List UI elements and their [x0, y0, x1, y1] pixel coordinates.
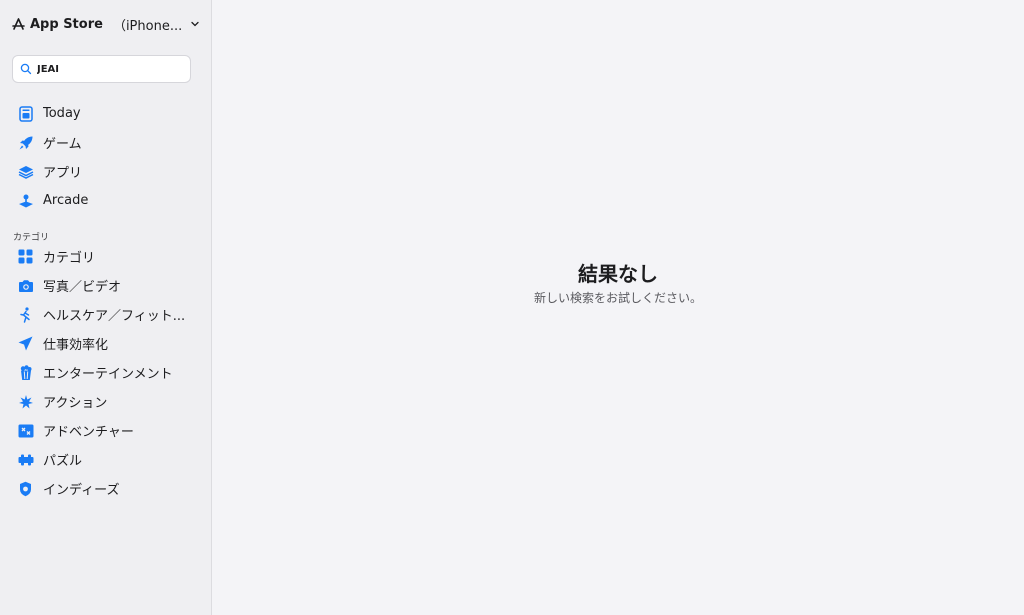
- camera-icon: [17, 277, 34, 294]
- sidebar-item-label: エンターテインメント: [43, 367, 173, 382]
- category-list: カテゴリ 写真／ビデオ ヘルスケア／フィット... 仕事効率化 エンターテインメ…: [0, 242, 212, 503]
- sidebar-item-label: インディーズ: [43, 483, 120, 498]
- sidebar-item-productivity[interactable]: 仕事効率化: [0, 329, 212, 358]
- sidebar-item-entertainment[interactable]: エンターテインメント: [0, 358, 212, 387]
- joystick-icon: [17, 192, 34, 209]
- sidebar-item-categories[interactable]: カテゴリ: [0, 242, 212, 271]
- app-title: App Store: [30, 16, 103, 32]
- app-store-icon: [11, 17, 26, 32]
- store-selector[interactable]: App Store （iPhone...: [11, 14, 200, 34]
- map-icon: [17, 422, 34, 439]
- running-icon: [17, 306, 34, 323]
- paper-plane-icon: [17, 335, 34, 352]
- grid-icon: [17, 248, 34, 265]
- no-results-title: 結果なし: [578, 262, 658, 286]
- chevron-down-icon: [190, 19, 200, 29]
- sidebar-item-puzzle[interactable]: パズル: [0, 445, 212, 474]
- sidebar-item-label: ヘルスケア／フィット...: [43, 309, 186, 324]
- sidebar-item-label: 写真／ビデオ: [43, 280, 122, 295]
- sidebar-item-label: アクション: [43, 396, 108, 411]
- sidebar-item-label: Arcade: [43, 193, 89, 208]
- sidebar-item-arcade[interactable]: Arcade: [0, 186, 212, 215]
- sidebar: App Store （iPhone... JEAI Today ゲーム アプリ …: [0, 0, 212, 615]
- layers-icon: [17, 163, 34, 180]
- sidebar-item-label: アドベンチャー: [43, 425, 134, 440]
- sidebar-item-label: Today: [43, 106, 81, 121]
- sidebar-item-action[interactable]: アクション: [0, 387, 212, 416]
- sidebar-item-label: 仕事効率化: [43, 338, 109, 353]
- splash-icon: [17, 393, 34, 410]
- sidebar-item-photo-video[interactable]: 写真／ビデオ: [0, 271, 212, 300]
- no-results-subtitle: 新しい検索をお試しください。: [533, 291, 702, 305]
- nav-list: Today ゲーム アプリ Arcade: [0, 99, 212, 215]
- puzzle-icon: [17, 451, 34, 468]
- app-window: App Store （iPhone... JEAI Today ゲーム アプリ …: [0, 0, 1024, 615]
- sidebar-item-adventure[interactable]: アドベンチャー: [0, 416, 212, 445]
- shield-icon: [17, 480, 34, 497]
- sidebar-item-label: アプリ: [43, 166, 83, 181]
- search-box[interactable]: [12, 55, 191, 83]
- sidebar-item-games[interactable]: ゲーム: [0, 128, 212, 157]
- sidebar-item-label: カテゴリ: [43, 251, 96, 266]
- sidebar-item-label: ゲーム: [43, 137, 82, 152]
- sidebar-item-apps[interactable]: アプリ: [0, 157, 212, 186]
- device-label: （iPhone...: [112, 18, 183, 34]
- search-input[interactable]: [37, 63, 187, 75]
- popcorn-icon: [17, 364, 34, 381]
- rocket-icon: [17, 134, 34, 151]
- main-content: 結果なし 新しい検索をお試しください。: [212, 0, 1024, 615]
- sidebar-item-health-fitness[interactable]: ヘルスケア／フィット...: [0, 300, 212, 329]
- search-icon: [20, 63, 32, 75]
- sidebar-item-today[interactable]: Today: [0, 99, 212, 128]
- today-icon: [17, 105, 34, 122]
- sidebar-item-indie[interactable]: インディーズ: [0, 474, 212, 503]
- sidebar-item-label: パズル: [43, 454, 83, 469]
